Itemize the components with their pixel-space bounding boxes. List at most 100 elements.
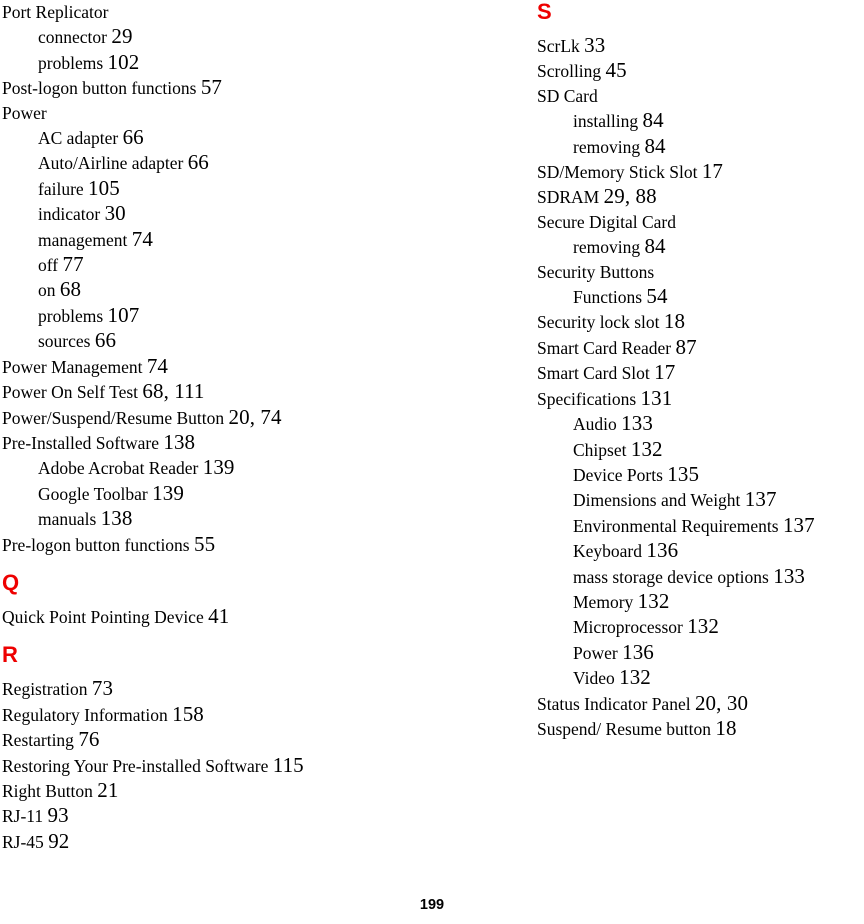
index-entry-pages: 66 (187, 150, 209, 175)
index-subentry: problems 107 (2, 303, 522, 328)
index-subentry: Adobe Acrobat Reader 139 (2, 455, 522, 480)
index-subentry: manuals 138 (2, 506, 522, 531)
index-entry-pages: 17 (654, 360, 676, 385)
index-subentry: problems 102 (2, 50, 522, 75)
index-entry-label: SD Card (537, 85, 598, 106)
index-entry-pages: 54 (646, 284, 668, 309)
index-entry-pages: 158 (172, 701, 204, 726)
index-entry-pages: 20, 30 (694, 690, 749, 715)
index-entry-pages: 132 (619, 665, 651, 690)
index-column-left: Port Replicator connector 29 problems 102 P… (2, 0, 522, 854)
index-entry-label: Environmental Requirements (573, 515, 779, 536)
index-entry-pages: 135 (667, 461, 700, 486)
index-entry: Regulatory Information 158 (2, 702, 522, 727)
index-entry-label: Microprocessor (573, 617, 683, 638)
index-entry: Quick Point Pointing Device 41 (2, 604, 522, 629)
index-entry: Scrolling 45 (537, 58, 864, 83)
index-subentry: removing 84 (537, 134, 864, 159)
index-entry: Pre-logon button functions 55 (2, 532, 522, 557)
index-entry-pages: 115 (272, 752, 304, 777)
index-entry-label: Security lock slot (537, 312, 660, 333)
index-entry-label: Power On Self Test (2, 382, 139, 403)
index-entry-pages: 133 (773, 563, 806, 588)
index-entry: Security Buttons (537, 260, 864, 284)
index-subentry: off 77 (2, 252, 522, 277)
index-entry-label: connector (38, 27, 107, 48)
index-entry: Port Replicator (2, 0, 522, 24)
page-number: 199 (419, 897, 445, 913)
index-entry: Power Management 74 (2, 354, 522, 379)
index-subentry: indicator 30 (2, 201, 522, 226)
index-entry-label: Auto/Airline adapter (38, 153, 184, 174)
index-entry-label: SD/Memory Stick Slot (537, 162, 698, 183)
index-entry: SD/Memory Stick Slot 17 (537, 159, 864, 184)
index-subentry: Google Toolbar 139 (2, 481, 522, 506)
index-entry-label: Dimensions and Weight (573, 490, 741, 511)
index-entry-label: failure (38, 178, 84, 199)
index-entry-label: RJ-45 (2, 831, 44, 852)
index-entry-pages: 137 (744, 487, 777, 512)
index-entry-pages: 132 (630, 436, 663, 461)
index-entry-label: Pre-Installed Software (2, 432, 159, 453)
index-subentry: Audio 133 (537, 411, 864, 436)
index-entry-label: Specifications (537, 388, 637, 409)
index-entry-label: off (38, 255, 59, 276)
index-entry-label: Video (573, 668, 615, 689)
index-entry-pages: 18 (663, 309, 686, 334)
index-entry-pages: 132 (687, 614, 720, 639)
index-entry-label: installing (573, 111, 639, 132)
index-entry: SDRAM 29, 88 (537, 184, 864, 209)
index-entry-label: removing (573, 237, 641, 258)
index-entry-pages: 68, 111 (142, 379, 205, 404)
index-entry-label: Restarting (2, 730, 74, 751)
index-entry-pages: 20, 74 (228, 404, 282, 429)
index-entry-pages: 17 (701, 159, 724, 184)
index-entry: Security lock slot 18 (537, 309, 864, 334)
index-entry-label: Smart Card Slot (537, 363, 650, 384)
index-entry-label: indicator (38, 204, 101, 225)
index-subentry: on 68 (2, 277, 522, 302)
index-entry-pages: 77 (62, 252, 84, 277)
index-subentry: Dimensions and Weight 137 (537, 487, 864, 512)
index-entry-pages: 66 (94, 328, 117, 353)
index-entry-pages: 136 (622, 639, 654, 664)
index-entry: Suspend/ Resume button 18 (537, 716, 864, 741)
index-subentry: mass storage device options 133 (537, 564, 864, 589)
index-entry-pages: 73 (91, 676, 114, 701)
index-entry-label: AC adapter (38, 128, 119, 149)
index-subentry: Video 132 (537, 665, 864, 690)
index-entry-pages: 84 (644, 234, 666, 259)
index-entry-label: Google Toolbar (38, 483, 148, 504)
index-entry-label: Keyboard (573, 541, 643, 562)
index-columns: Port Replicator connector 29 problems 102 P… (0, 0, 864, 880)
index-entry-pages: 84 (642, 108, 664, 133)
index-subentry: Environmental Requirements 137 (537, 513, 864, 538)
index-entry-pages: 45 (605, 58, 627, 83)
index-entry-label: Post-logon button functions (2, 78, 197, 99)
index-subentry: removing 84 (537, 234, 864, 259)
index-subentry: Device Ports 135 (537, 462, 864, 487)
index-subentry: Memory 132 (537, 589, 864, 614)
index-entry-label: manuals (38, 509, 97, 530)
index-entry-pages: 138 (163, 429, 196, 454)
index-entry-label: RJ-11 (2, 806, 44, 827)
index-entry-label: problems (38, 305, 104, 326)
index-entry: Pre-Installed Software 138 (2, 430, 522, 455)
index-entry-label: Quick Point Pointing Device (2, 606, 204, 627)
index-entry-label: Scrolling (537, 61, 602, 82)
index-entry-label: Security Buttons (537, 261, 655, 282)
index-entry-pages: 139 (202, 455, 235, 480)
index-entry-label: Port Replicator (2, 2, 109, 22)
index-entry-label: Regulatory Information (2, 704, 168, 725)
index-entry: SD Card (537, 84, 864, 108)
index-entry-label: Chipset (573, 439, 627, 460)
index-entry: Restoring Your Pre-installed Software 11… (2, 753, 522, 778)
index-entry-pages: 138 (100, 506, 133, 531)
index-subentry: management 74 (2, 227, 522, 252)
index-entry-pages: 66 (122, 125, 144, 150)
index-entry-pages: 76 (78, 727, 100, 752)
index-entry-pages: 74 (146, 353, 169, 378)
section-letter-q: Q (2, 569, 20, 595)
index-entry-label: sources (38, 331, 91, 352)
index-entry-pages: 30 (104, 201, 126, 226)
